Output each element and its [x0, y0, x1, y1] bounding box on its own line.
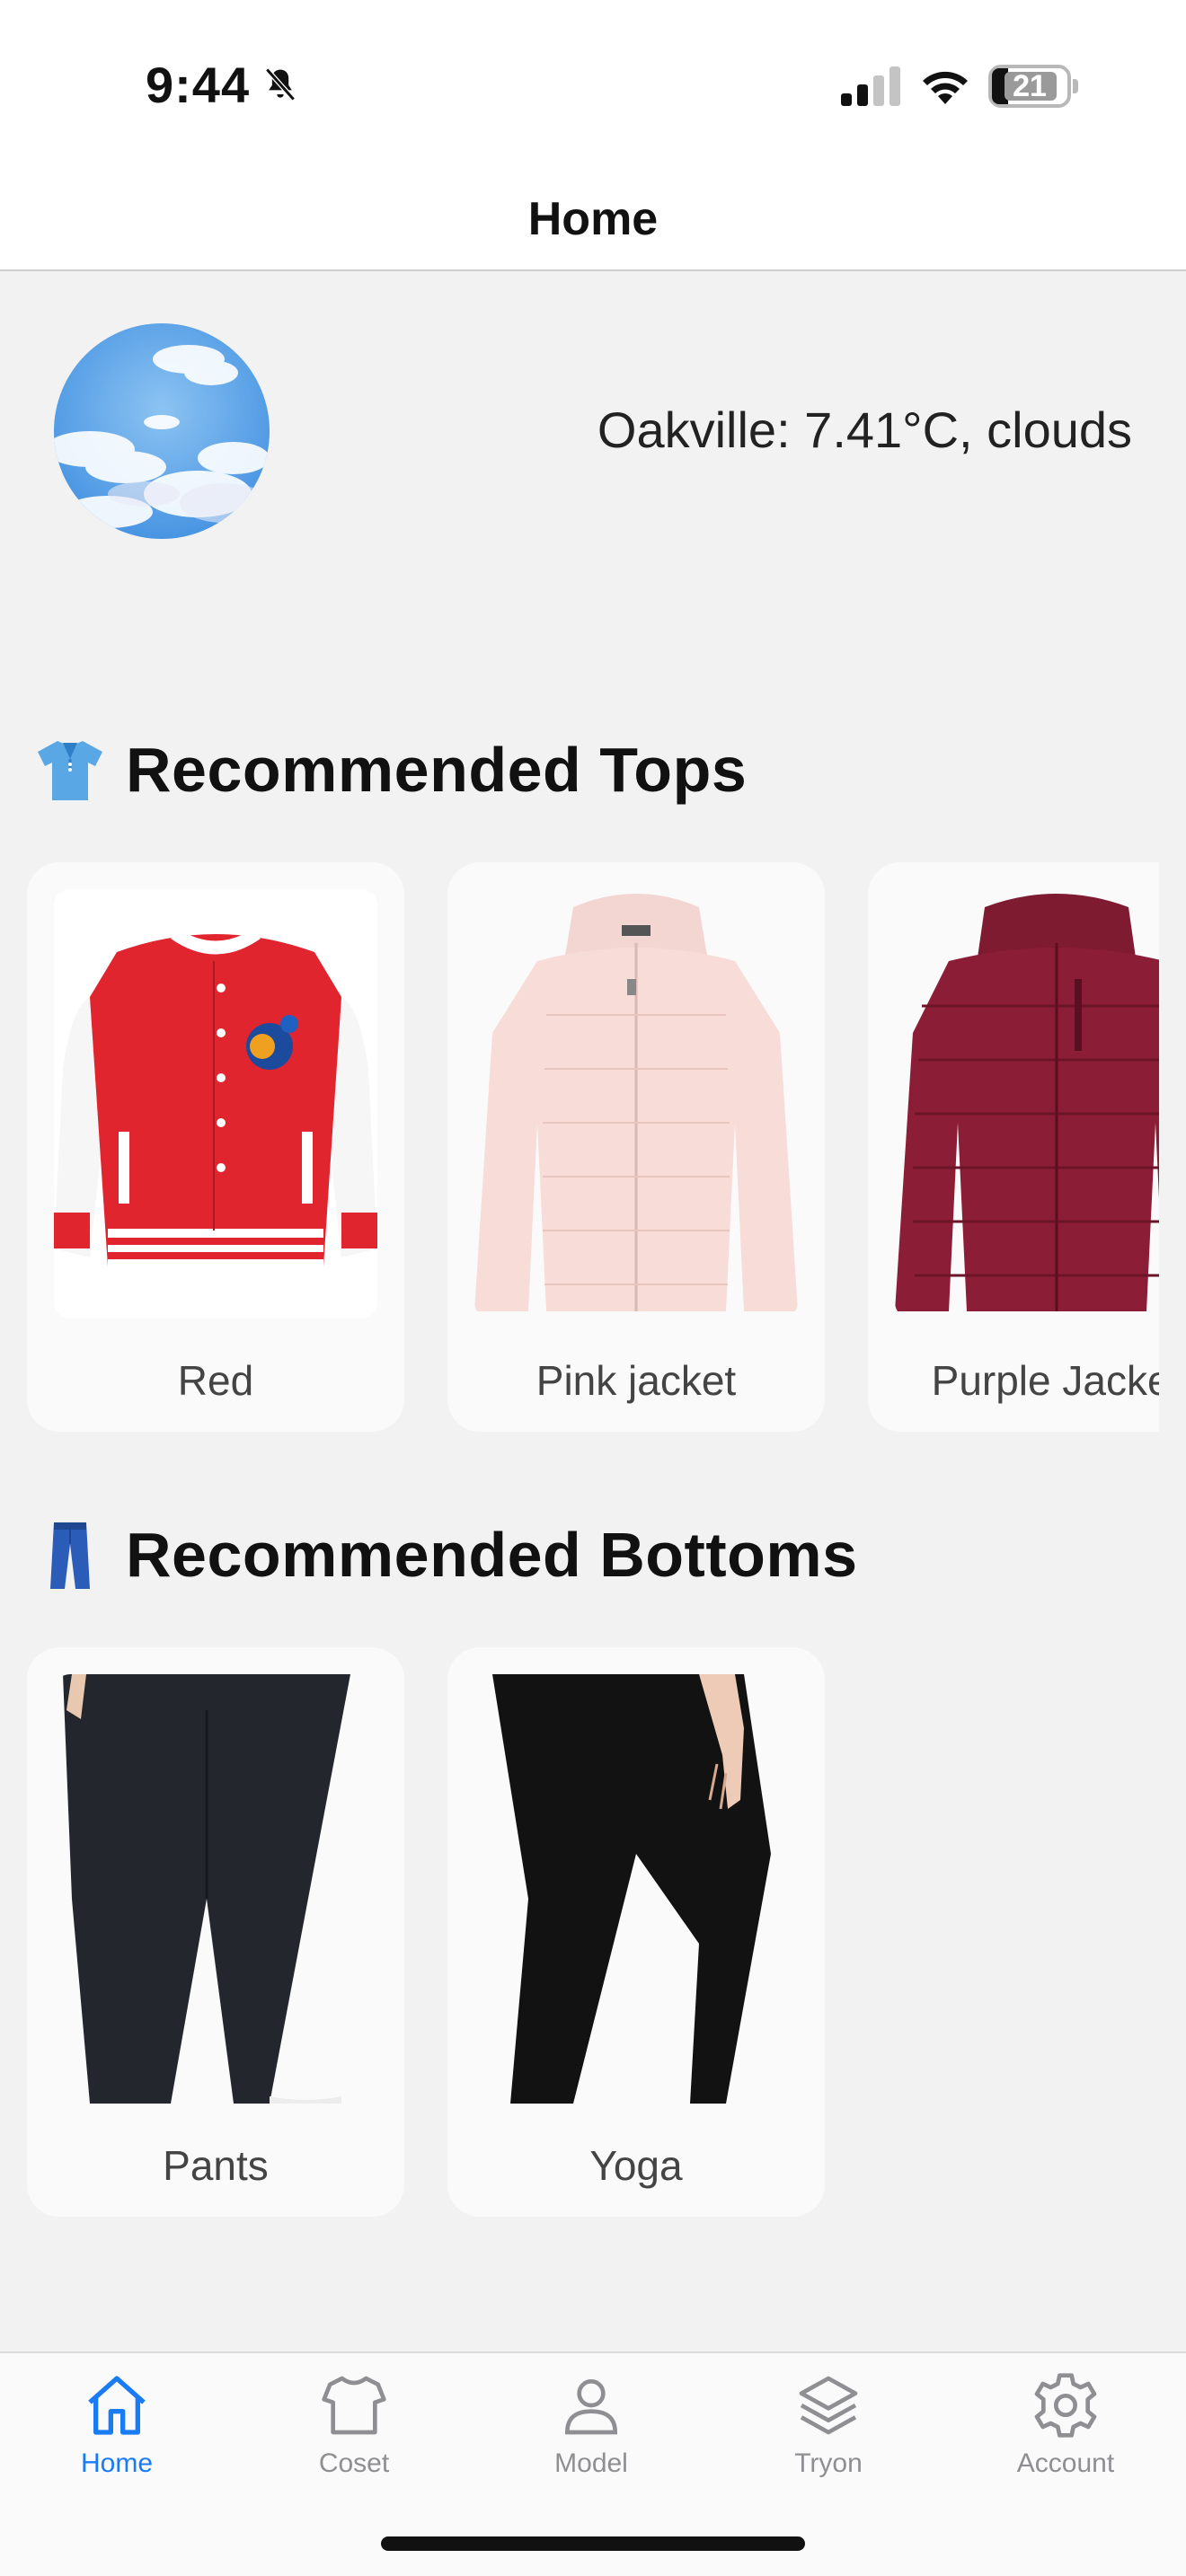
- wifi-icon: [923, 71, 968, 104]
- navigation-bar: Home: [0, 153, 1186, 271]
- tab-tryon-label: Tryon: [794, 2448, 863, 2478]
- battery-indicator: 21: [988, 65, 1078, 108]
- tab-coset-label: Coset: [318, 2448, 390, 2478]
- top-card-red[interactable]: Red: [27, 862, 404, 1432]
- top-card-purple-jacket[interactable]: Purple Jacket: [868, 862, 1159, 1432]
- bell-slash-icon: [265, 67, 296, 101]
- tab-model[interactable]: Model: [501, 2369, 681, 2504]
- shirt-icon: [322, 2376, 386, 2435]
- pink-jacket-image: [474, 889, 798, 1319]
- cellular-signal-icon: [841, 66, 900, 106]
- page-title: Home: [527, 193, 659, 245]
- bottom-label-yoga: Yoga: [589, 2142, 683, 2189]
- top-label-red: Red: [177, 1357, 254, 1404]
- pants-image: [54, 1674, 377, 2104]
- tab-account-label: Account: [1016, 2448, 1115, 2478]
- home-indicator[interactable]: [381, 2536, 805, 2551]
- home-icon: [88, 2376, 146, 2435]
- yoga-pants-image: [474, 1674, 798, 2104]
- tab-home[interactable]: Home: [27, 2369, 207, 2504]
- person-icon: [564, 2379, 618, 2435]
- tab-model-label: Model: [554, 2448, 628, 2478]
- battery-percent: 21: [1013, 69, 1047, 103]
- tops-section-header: Recommended Tops: [32, 729, 747, 810]
- jeans-icon: [50, 1522, 90, 1589]
- bottom-card-pants[interactable]: Pants: [27, 1647, 404, 2217]
- status-time: 9:44: [146, 57, 251, 113]
- weather-sky-image: [54, 323, 270, 539]
- tops-section-title: Recommended Tops: [126, 735, 748, 805]
- bottoms-carousel[interactable]: Pants Yoga: [0, 1647, 1159, 2217]
- tab-coset[interactable]: Coset: [264, 2369, 444, 2504]
- purple-jacket-image: [895, 889, 1159, 1319]
- status-bar: 9:44 21: [0, 0, 1186, 153]
- gear-icon: [1034, 2373, 1097, 2438]
- layers-icon: [799, 2376, 858, 2435]
- top-card-pink-jacket[interactable]: Pink jacket: [447, 862, 825, 1432]
- bottom-label-pants: Pants: [163, 2142, 269, 2189]
- bottoms-section-title: Recommended Bottoms: [126, 1520, 858, 1590]
- top-label-purple-jacket: Purple Jacket: [931, 1357, 1159, 1404]
- red-jacket-image: [54, 889, 377, 1319]
- tab-home-label: Home: [80, 2448, 154, 2478]
- tab-tryon[interactable]: Tryon: [739, 2369, 918, 2504]
- top-label-pink-jacket: Pink jacket: [535, 1357, 737, 1404]
- tops-carousel[interactable]: Red Pink jacket Purple Jacket: [0, 862, 1159, 1432]
- tab-account[interactable]: Account: [976, 2369, 1155, 2504]
- weather-text: Oakville: 7.41°C, clouds: [597, 401, 1132, 458]
- bottom-card-yoga[interactable]: Yoga: [447, 1647, 825, 2217]
- bottoms-section-header: Recommended Bottoms: [32, 1514, 858, 1595]
- polo-shirt-icon: [38, 741, 102, 800]
